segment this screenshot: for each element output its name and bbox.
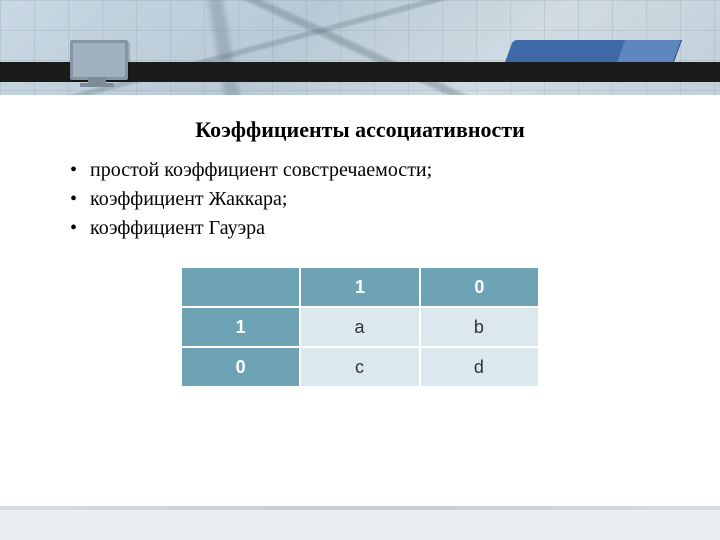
footer-background (0, 506, 720, 540)
table-row: 1 a b (181, 307, 539, 347)
table-cell: b (420, 307, 539, 347)
contingency-table: 1 0 1 a b 0 c d (180, 266, 540, 388)
list-item: простой коэффициент совстречаемости; (70, 157, 720, 184)
table-cell: a (300, 307, 419, 347)
bullet-list: простой коэффициент совстречаемости; коэ… (70, 157, 720, 242)
table-row-header: 0 (181, 347, 300, 387)
monitor-icon (70, 40, 128, 88)
list-item: коэффициент Гауэра (70, 215, 720, 242)
table-col-header: 0 (420, 267, 539, 307)
table-row-header: 1 (181, 307, 300, 347)
footer-divider (0, 506, 720, 510)
list-item: коэффициент Жаккара; (70, 186, 720, 213)
table-cell: c (300, 347, 419, 387)
table-row: 0 c d (181, 347, 539, 387)
header-tabs-decoration (510, 40, 680, 70)
slide-title: Коэффициенты ассоциативности (0, 117, 720, 143)
table-cell: d (420, 347, 539, 387)
header-band (0, 0, 720, 95)
table-header-empty (181, 267, 300, 307)
table-row: 1 0 (181, 267, 539, 307)
table-col-header: 1 (300, 267, 419, 307)
